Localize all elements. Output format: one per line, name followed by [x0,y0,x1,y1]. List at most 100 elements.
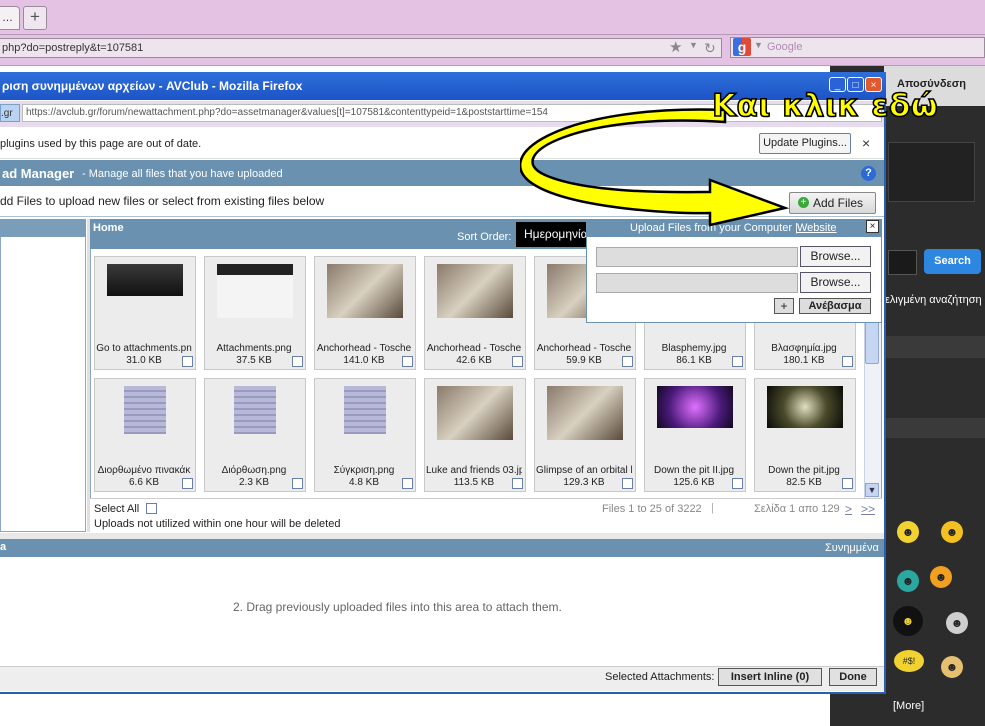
annotation-arrow-shape [520,108,790,227]
file-size: 42.6 KB [456,355,492,366]
forum-search-button[interactable]: Search [924,249,981,274]
help-icon[interactable]: ? [861,166,876,181]
attachments-header-title: Συνημμένα [825,542,879,554]
file-size: 113.5 KB [453,477,495,488]
file-select-checkbox[interactable] [842,356,853,367]
file-name: Σύγκριση.png [333,465,395,476]
file-select-checkbox[interactable] [402,478,413,489]
folder-tree-pane[interactable] [0,219,86,532]
forum-search-input[interactable] [888,250,917,275]
reload-icon[interactable]: ↻ [704,38,716,58]
add-files-label[interactable]: Add Files [813,196,863,210]
site-identity-badge[interactable]: .gr [0,104,20,122]
file-thumbnail[interactable] [437,264,513,318]
browse-button[interactable]: Browse... [800,246,871,267]
outer-tab-bar [0,0,985,35]
file-thumbnail[interactable] [107,264,183,296]
file-thumbnail[interactable] [217,264,293,318]
file-size: 6.6 KB [128,477,160,488]
file-size: 4.8 KB [348,477,380,488]
file-select-checkbox[interactable] [182,356,193,367]
file-name: Down the pit.jpg [768,465,840,476]
last-page-link[interactable]: >> [861,502,875,516]
file-name: Βλασφημία.jpg [771,343,837,354]
file-thumbnail[interactable] [657,386,733,428]
file-name: Anchorhead - Tosche [536,343,632,354]
search-engine-placeholder: Google [767,41,803,53]
smiley-rocket-icon[interactable]: ☻ [930,566,952,588]
file-size: 59.9 KB [566,355,602,366]
smiley-icon[interactable]: ☻ [897,570,919,592]
file-thumbnail[interactable] [767,386,843,428]
file-thumbnail[interactable] [344,386,386,434]
select-all-label[interactable]: Select All [94,503,139,515]
selected-attachments-label: Selected Attachments: [605,671,715,683]
outer-browser-tab[interactable]: … [0,6,20,30]
file-thumbnail[interactable] [437,386,513,440]
sort-order-label: Sort Order: [457,231,512,243]
more-smilies-link[interactable]: [More] [893,700,924,712]
file-name: Attachments.png [216,343,292,354]
file-name: Blasphemy.jpg [661,343,727,354]
insert-inline-button[interactable]: Insert Inline (0) [718,668,822,686]
file-select-checkbox[interactable] [622,478,633,489]
instruction-text: dd Files to upload new files or select f… [0,194,325,208]
file-name: Luke and friends 03.jp [426,465,522,476]
smiley-swear-icon[interactable]: #$! [894,650,924,672]
file-name: Glimpse of an orbital b [536,465,632,476]
forum-side-box [888,142,975,202]
close-popup-icon[interactable]: × [866,220,879,233]
search-engine-dropdown-icon[interactable]: ▼ [754,40,763,50]
smiley-afro-icon[interactable]: ☻ [893,606,923,636]
file-thumbnail[interactable] [327,264,403,318]
new-tab-button[interactable]: + [23,6,47,30]
file-size: 125.6 KB [673,477,715,488]
google-icon[interactable]: g [733,38,751,56]
history-dropdown-icon[interactable]: ▼ [689,40,698,50]
smiley-clap-icon[interactable]: ☻ [941,656,963,678]
file-select-checkbox[interactable] [732,356,743,367]
file-select-checkbox[interactable] [842,478,853,489]
attachments-header [0,539,884,557]
bookmark-star-icon[interactable]: ★ [669,38,682,58]
forum-side-band [884,336,985,358]
smiley-icon[interactable]: ☻ [897,521,919,543]
file-size: 2.3 KB [238,477,270,488]
browse-button[interactable]: Browse... [800,272,871,293]
file-size: 180.1 KB [783,355,825,366]
page-info: Σελίδα 1 απο 129 [754,503,840,515]
file-size: 86.1 KB [676,355,712,366]
file-thumbnail[interactable] [234,386,276,434]
annotation-text: Και κλικ εδώ [711,87,939,125]
file-name: Down the pit II.jpg [653,465,735,476]
close-notice-icon[interactable]: × [862,135,870,151]
drag-instruction: 2. Drag previously uploaded files into t… [233,600,562,614]
file-size: 37.5 KB [236,355,272,366]
file-select-checkbox[interactable] [292,356,303,367]
file-path-field[interactable] [596,247,798,267]
file-select-checkbox[interactable] [512,356,523,367]
file-select-checkbox[interactable] [402,356,413,367]
advanced-search-link[interactable]: ελιγμένη αναζήτηση [885,294,982,306]
file-select-checkbox[interactable] [512,478,523,489]
scroll-down-icon[interactable]: ▼ [865,483,879,497]
outer-url-field[interactable]: php?do=postreply&t=107581 [0,38,722,58]
upload-submit-button[interactable]: Ανέβασμα [799,298,871,314]
file-select-checkbox[interactable] [292,478,303,489]
select-all-checkbox[interactable] [146,503,157,514]
file-select-checkbox[interactable] [622,356,633,367]
file-path-field[interactable] [596,273,798,293]
smiley-guitar-icon[interactable]: ☻ [941,521,963,543]
add-file-field-button[interactable]: + [774,298,794,314]
next-page-link[interactable]: > [845,502,852,516]
upload-manager-title: ad Manager [2,166,75,181]
current-folder-label: Home [93,222,124,234]
file-select-checkbox[interactable] [732,478,743,489]
forum-side-band [884,418,985,438]
smiley-icon[interactable]: ☻ [946,612,968,634]
file-thumbnail[interactable] [547,386,623,440]
file-select-checkbox[interactable] [182,478,193,489]
file-thumbnail[interactable] [124,386,166,434]
done-button[interactable]: Done [829,668,877,686]
scrollbar-thumb[interactable] [865,316,879,364]
